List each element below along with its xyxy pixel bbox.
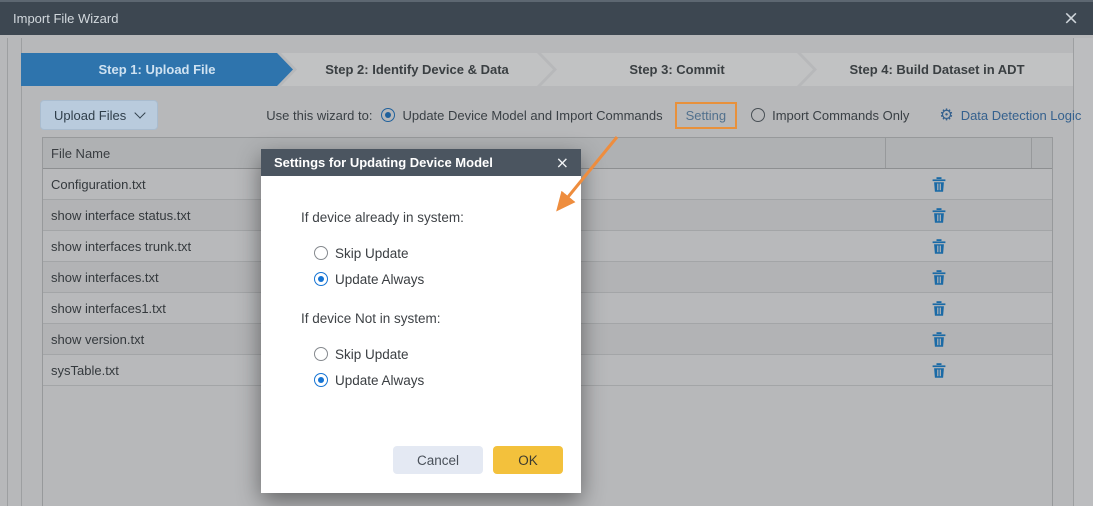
cancel-button[interactable]: Cancel — [393, 446, 483, 474]
radio-label: Update Device Model and Import Commands — [402, 108, 662, 123]
file-name: sysTable.txt — [43, 363, 119, 378]
file-name: show interfaces trunk.txt — [43, 239, 191, 254]
trash-icon[interactable] — [932, 301, 946, 316]
radio-group: If device already in system: Skip Update… — [301, 210, 581, 292]
file-name: show interfaces.txt — [43, 270, 159, 285]
radio-option[interactable]: Update Always — [314, 266, 581, 292]
ok-button[interactable]: OK — [493, 446, 563, 474]
file-name: show interfaces1.txt — [43, 301, 166, 316]
step-tab-label: Step 2: Identify Device & Data — [325, 62, 509, 77]
data-detection-logic-link[interactable]: ⚙ Data Detection Logic — [939, 107, 1081, 123]
radio-option-label: Update Always — [335, 272, 424, 287]
trash-icon[interactable] — [932, 177, 946, 192]
step-tab-label: Step 3: Commit — [629, 62, 724, 77]
window-close-icon[interactable]: × — [1063, 9, 1079, 28]
radio-icon — [314, 272, 328, 286]
column-header-file-name: File Name — [43, 146, 110, 161]
chevron-down-icon — [135, 107, 146, 118]
step-bar: Step 1: Upload File Step 2: Identify Dev… — [21, 53, 1073, 86]
radio-option[interactable]: Update Always — [314, 367, 581, 393]
header-column-divider — [885, 138, 886, 168]
modal-title: Settings for Updating Device Model — [274, 155, 493, 170]
radio-icon — [314, 373, 328, 387]
settings-modal: Settings for Updating Device Model × If … — [261, 149, 581, 493]
step-tab-build-dataset-adt[interactable]: Step 4: Build Dataset in ADT — [801, 53, 1073, 86]
radio-selected-icon — [381, 108, 395, 122]
radio-option[interactable]: Skip Update — [314, 341, 581, 367]
radio-option-label: Skip Update — [335, 246, 409, 261]
radio-group-label: If device Not in system: — [301, 311, 581, 326]
radio-icon — [314, 246, 328, 260]
radio-label: Import Commands Only — [772, 108, 909, 123]
radio-option-label: Skip Update — [335, 347, 409, 362]
step-tab-commit[interactable]: Step 3: Commit — [541, 53, 813, 86]
step-tab-upload-file[interactable]: Step 1: Upload File — [21, 53, 293, 86]
file-name: Configuration.txt — [43, 177, 146, 192]
file-name: show interface status.txt — [43, 208, 190, 223]
trash-icon[interactable] — [932, 332, 946, 347]
radio-group-label: If device already in system: — [301, 210, 581, 225]
trash-icon[interactable] — [932, 363, 946, 378]
wizard-toolbar: Upload Files Use this wizard to: Update … — [40, 99, 1063, 131]
modal-titlebar: Settings for Updating Device Model × — [261, 149, 581, 176]
file-name: show version.txt — [43, 332, 144, 347]
panel-border-outer-left — [7, 38, 8, 506]
panel-border-inner-left — [21, 38, 22, 506]
data-detection-logic-label: Data Detection Logic — [961, 108, 1082, 123]
modal-close-icon[interactable]: × — [556, 153, 569, 172]
radio-option-label: Update Always — [335, 373, 424, 388]
trash-icon[interactable] — [932, 208, 946, 223]
upload-files-label: Upload Files — [54, 108, 126, 123]
step-tab-label: Step 4: Build Dataset in ADT — [849, 62, 1024, 77]
upload-files-button[interactable]: Upload Files — [40, 100, 158, 130]
radio-import-commands-only[interactable]: Import Commands Only — [751, 108, 909, 123]
modal-footer: Cancel OK — [393, 446, 563, 474]
window-title: Import File Wizard — [13, 11, 118, 26]
setting-link[interactable]: Setting — [675, 102, 737, 129]
trash-icon[interactable] — [932, 270, 946, 285]
radio-option[interactable]: Skip Update — [314, 240, 581, 266]
radio-icon — [314, 347, 328, 361]
trash-icon[interactable] — [932, 239, 946, 254]
header-column-divider — [1031, 138, 1032, 168]
radio-group: If device Not in system: Skip Update Upd… — [301, 311, 581, 393]
radio-update-device-model[interactable]: Update Device Model and Import Commands — [381, 108, 662, 123]
step-tab-identify-device-data[interactable]: Step 2: Identify Device & Data — [281, 53, 553, 86]
step-tab-label: Step 1: Upload File — [98, 62, 215, 77]
gear-icon: ⚙ — [939, 107, 953, 123]
modal-body: If device already in system: Skip Update… — [261, 176, 581, 393]
radio-unselected-icon — [751, 108, 765, 122]
wizard-to-label: Use this wizard to: — [266, 108, 372, 123]
window-titlebar: Import File Wizard × — [0, 0, 1093, 35]
